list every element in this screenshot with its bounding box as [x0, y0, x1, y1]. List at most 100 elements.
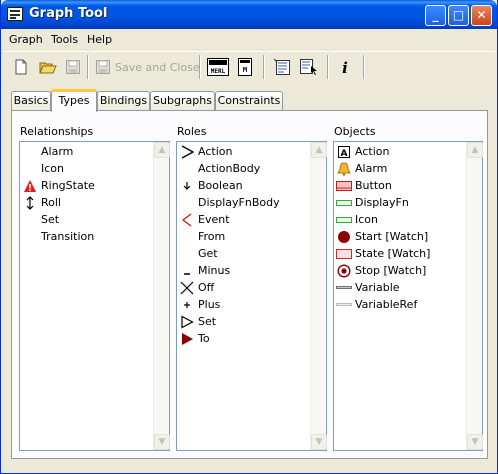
- button-icon: [336, 178, 352, 194]
- save-close-label: Save and Close: [115, 60, 200, 74]
- graph-tool-window: Graph Tool _ □ ✕ Graph Tools Help Save a…: [0, 0, 498, 474]
- list-item[interactable]: VariableRef: [336, 296, 417, 313]
- list-item[interactable]: Set: [179, 313, 216, 330]
- list-item[interactable]: Alarm: [336, 160, 387, 177]
- save-close-icon: [96, 60, 110, 74]
- list-item[interactable]: Alarm: [22, 143, 73, 160]
- objects-scrollbar[interactable]: ▲ ▼: [466, 142, 483, 450]
- scroll-up-icon[interactable]: ▲: [154, 142, 170, 158]
- list-item[interactable]: Off: [179, 279, 214, 296]
- title-bar[interactable]: Graph Tool _ □ ✕: [1, 0, 497, 29]
- relationships-scrollbar[interactable]: ▲ ▼: [153, 142, 170, 450]
- list-item[interactable]: Icon: [22, 160, 64, 177]
- open-folder-icon[interactable]: [39, 56, 57, 78]
- tab-constraints[interactable]: Constraints: [215, 91, 283, 111]
- list-item[interactable]: State [Watch]: [336, 245, 430, 262]
- filled-circle-icon: [336, 229, 352, 245]
- list-item[interactable]: Get: [179, 245, 218, 262]
- svg-text:M: M: [243, 66, 247, 74]
- green-rect-icon: [336, 195, 352, 211]
- menu-help[interactable]: Help: [87, 33, 112, 46]
- window-title: Graph Tool: [29, 6, 108, 21]
- list-item[interactable]: Minus: [179, 262, 230, 279]
- list-item[interactable]: DisplayFn: [336, 194, 409, 211]
- relationships-list[interactable]: Alarm Icon RingState Roll Set Transition…: [19, 141, 170, 451]
- list-item[interactable]: From: [179, 228, 225, 245]
- minimize-button[interactable]: _: [425, 5, 446, 26]
- maximize-button[interactable]: □: [448, 5, 469, 26]
- new-document-icon[interactable]: [13, 56, 29, 78]
- roles-scrollbar[interactable]: ▲ ▼: [310, 142, 327, 450]
- svg-text:i: i: [342, 59, 348, 76]
- roles-title: Roles: [177, 125, 207, 138]
- tab-types[interactable]: Types: [51, 89, 97, 112]
- letter-a-box-icon: A: [336, 144, 352, 160]
- plus-icon: [179, 297, 195, 313]
- bell-icon: [336, 161, 352, 177]
- list-item[interactable]: A Action: [336, 143, 389, 160]
- target-circle-icon: [336, 263, 352, 279]
- mdl-icon[interactable]: M: [237, 56, 253, 78]
- relationships-title: Relationships: [20, 125, 94, 138]
- list-item[interactable]: Action: [179, 143, 232, 160]
- tab-basics[interactable]: Basics: [11, 91, 51, 111]
- menu-graph[interactable]: Graph: [9, 33, 43, 46]
- list-item[interactable]: Icon: [336, 211, 378, 228]
- list-item[interactable]: Roll: [22, 194, 61, 211]
- list-item[interactable]: Set: [22, 211, 59, 228]
- toolbar-separator: [199, 55, 201, 79]
- objects-list[interactable]: A Action Alarm Button DisplayFn Icon Sta…: [333, 141, 483, 451]
- save-disk-icon[interactable]: [65, 56, 81, 78]
- save-close-button[interactable]: Save and Close: [95, 56, 200, 78]
- svg-text:A: A: [341, 149, 348, 159]
- close-button[interactable]: ✕: [471, 5, 492, 26]
- app-icon: [7, 7, 23, 21]
- line-icon: [336, 280, 352, 296]
- list-item[interactable]: To: [179, 330, 210, 347]
- select-properties-icon[interactable]: [299, 56, 319, 78]
- toolbar-separator: [363, 55, 365, 79]
- warning-triangle-icon: [22, 178, 38, 194]
- properties-list-icon[interactable]: [273, 56, 291, 78]
- list-item[interactable]: Event: [179, 211, 230, 228]
- pink-rect-icon: [336, 246, 352, 262]
- toolbar-separator: [327, 55, 329, 79]
- scroll-up-icon[interactable]: ▲: [467, 142, 483, 158]
- green-rect-icon: [336, 212, 352, 228]
- list-item[interactable]: Transition: [22, 228, 94, 245]
- toolbar-separator: [263, 55, 265, 79]
- minus-icon: [179, 263, 195, 279]
- merl-icon[interactable]: MERL: [207, 56, 229, 78]
- list-item[interactable]: Start [Watch]: [336, 228, 428, 245]
- menu-bar: Graph Tools Help: [1, 30, 497, 50]
- tab-bindings[interactable]: Bindings: [97, 91, 150, 111]
- toolbar: Save and Close MERL M i: [3, 51, 495, 81]
- tab-subgraphs[interactable]: Subgraphs: [150, 91, 215, 111]
- list-item[interactable]: ActionBody: [179, 160, 260, 177]
- roles-list[interactable]: Action ActionBody Boolean DisplayFnBody …: [176, 141, 327, 451]
- list-item[interactable]: Plus: [179, 296, 220, 313]
- triangle-filled-icon: [179, 331, 195, 347]
- list-item[interactable]: Stop [Watch]: [336, 262, 426, 279]
- info-icon[interactable]: i: [339, 56, 351, 78]
- cross-icon: [179, 280, 195, 296]
- svg-text:MERL: MERL: [211, 68, 226, 75]
- list-item[interactable]: Boolean: [179, 177, 243, 194]
- light-line-icon: [336, 297, 352, 313]
- list-item[interactable]: RingState: [22, 177, 95, 194]
- types-panel: Relationships Alarm Icon RingState Roll …: [11, 110, 488, 459]
- list-item[interactable]: Variable: [336, 279, 400, 296]
- scroll-down-icon[interactable]: ▼: [467, 434, 483, 450]
- menu-tools[interactable]: Tools: [51, 33, 78, 46]
- list-item[interactable]: Button: [336, 177, 392, 194]
- list-item[interactable]: DisplayFnBody: [179, 194, 280, 211]
- scroll-down-icon[interactable]: ▼: [311, 434, 327, 450]
- chevron-left-red-icon: [179, 212, 195, 228]
- double-arrow-icon: [22, 195, 38, 211]
- scroll-up-icon[interactable]: ▲: [311, 142, 327, 158]
- triangle-outline-icon: [179, 314, 195, 330]
- objects-title: Objects: [334, 125, 376, 138]
- chevron-right-icon: [179, 144, 195, 160]
- scroll-down-icon[interactable]: ▼: [154, 434, 170, 450]
- toolbar-separator: [87, 55, 89, 79]
